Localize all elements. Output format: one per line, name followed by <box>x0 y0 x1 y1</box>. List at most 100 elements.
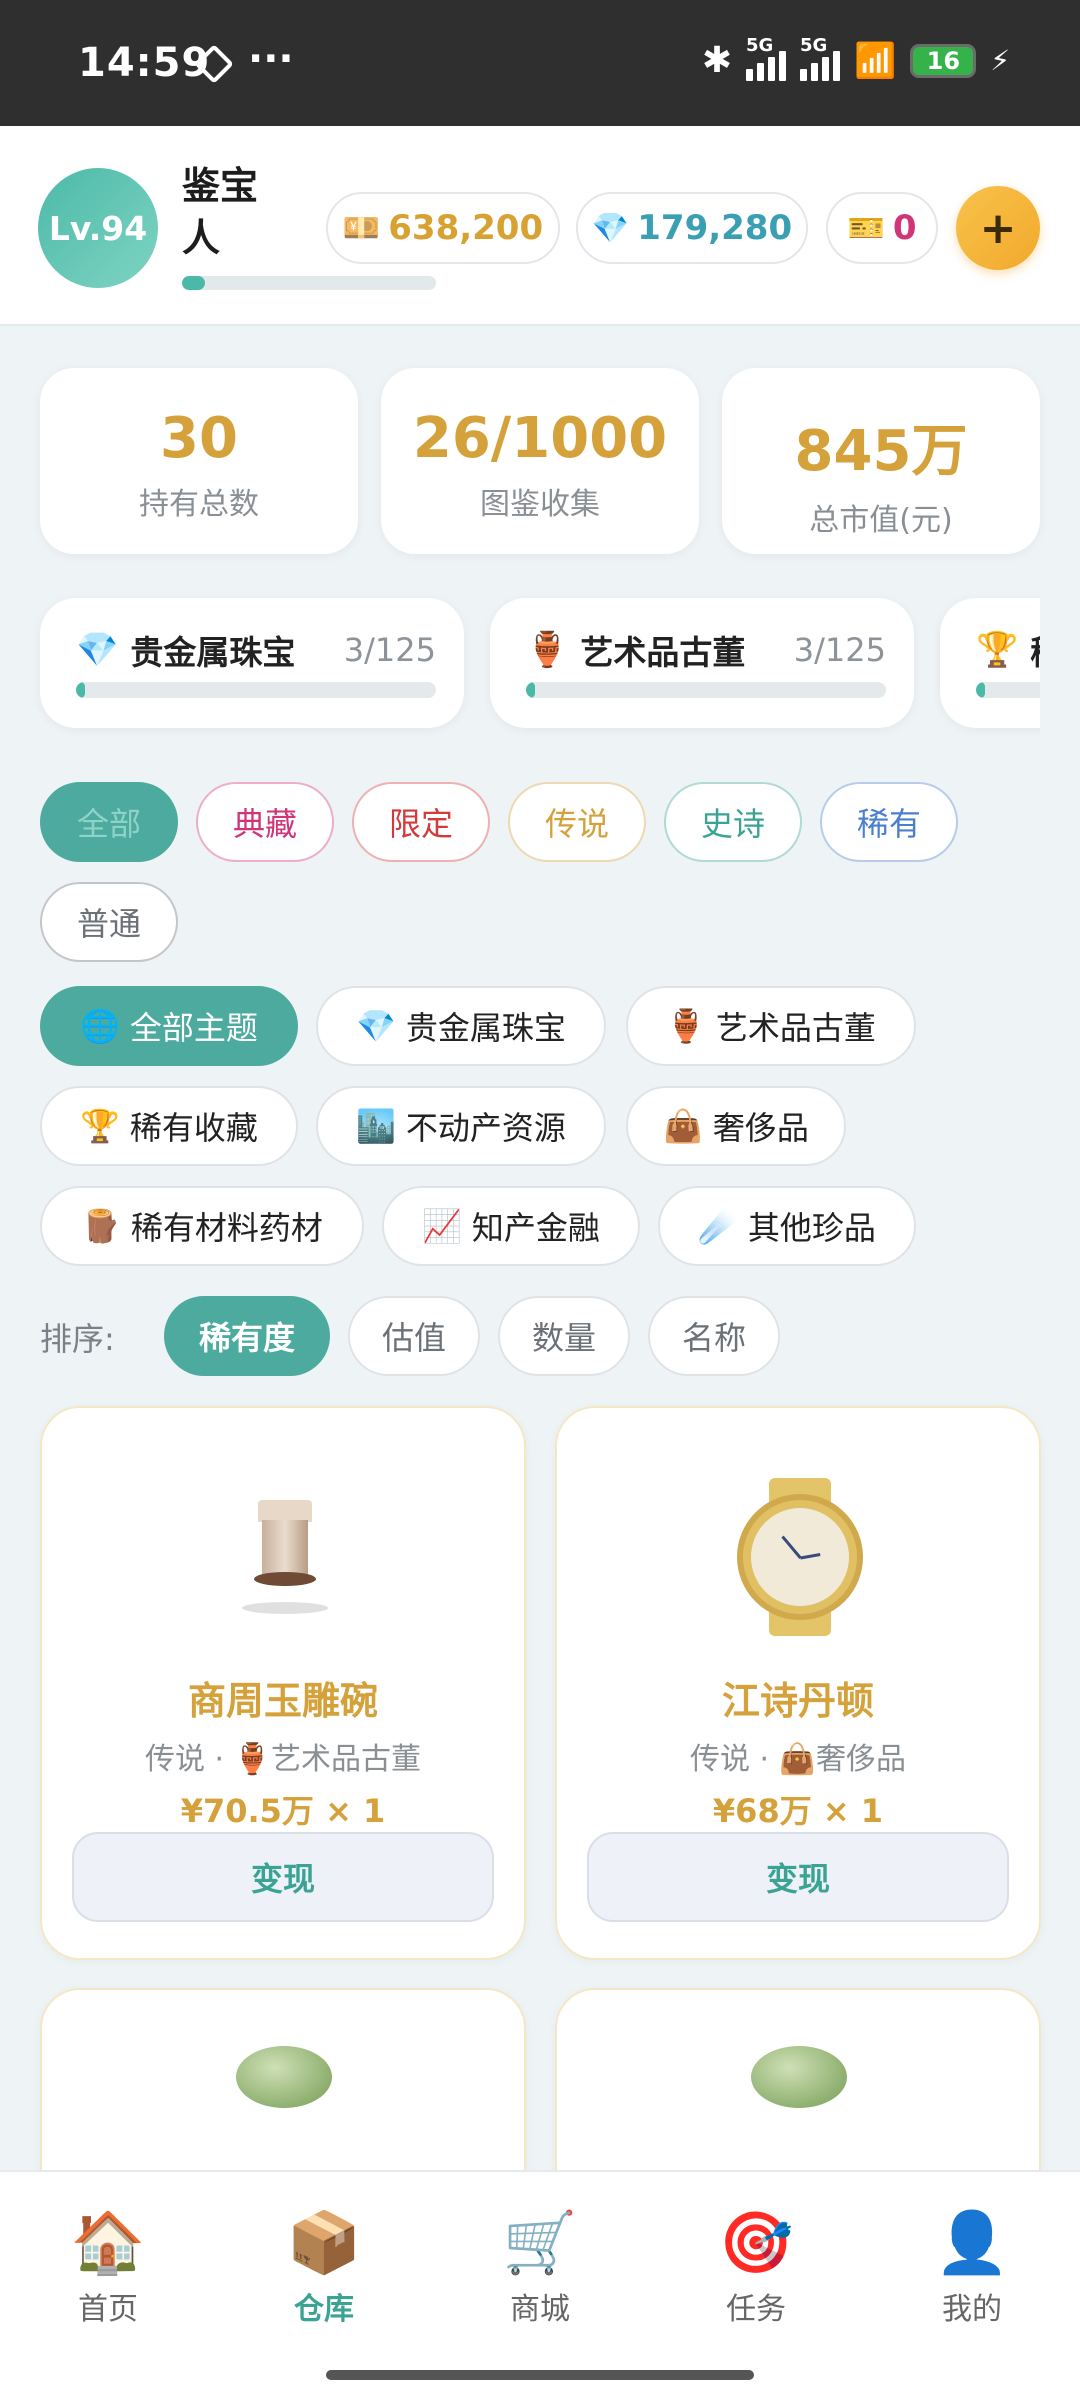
rarity-filter-rare[interactable]: 稀有 <box>820 782 958 862</box>
ticket-currency[interactable]: 🎫 0 <box>826 192 938 264</box>
item-rarity: 传说 <box>690 1742 751 1777</box>
nav-home[interactable]: 🏠 首页 <box>38 2208 178 2328</box>
chip-label: 贵金属珠宝 <box>405 1009 566 1047</box>
stat-card-collection: 26/1000 图鉴收集 <box>381 368 699 554</box>
theme-filter-real-estate[interactable]: 🏙️ 不动产资源 <box>316 1086 606 1166</box>
handbag-icon: 👜 <box>778 1742 816 1777</box>
item-card[interactable]: 商周玉雕碗 传说 · 🏺艺术品古董 ¥70.5万 × 1 变现 <box>40 1406 526 1960</box>
theme-progress-bar <box>76 682 436 698</box>
sort-by-quantity[interactable]: 数量 <box>498 1296 630 1376</box>
item-name: 商周玉雕碗 <box>187 1679 378 1723</box>
vase-icon: 🏺 <box>666 1007 706 1045</box>
rarity-filter-legendary[interactable]: 传说 <box>508 782 646 862</box>
nav-shop[interactable]: 🛒 商城 <box>470 2208 610 2328</box>
rarity-filter-treasure[interactable]: 典藏 <box>196 782 334 862</box>
gem-amount: 179,280 <box>637 208 793 248</box>
theme-filter-all[interactable]: 🌐 全部主题 <box>40 986 298 1066</box>
chip-label: 稀有收藏 <box>129 1109 258 1147</box>
theme-count: 3/125 <box>343 631 436 669</box>
theme-card-collectibles[interactable]: 🏆 稀 <box>940 598 1040 728</box>
gem-icon: 💎 <box>356 1007 396 1045</box>
item-name: 江诗丹顿 <box>721 1679 874 1723</box>
ticket-amount: 0 <box>892 208 917 248</box>
nav-label: 首页 <box>78 2292 138 2327</box>
package-icon: 📦 <box>286 2208 362 2278</box>
chart-up-icon: 📈 <box>422 1207 462 1245</box>
handbag-icon: 👜 <box>663 1107 703 1145</box>
stat-label: 总市值(元) <box>809 503 953 538</box>
gold-currency[interactable]: 💴 638,200 <box>326 192 560 264</box>
add-currency-button[interactable]: + <box>956 186 1040 270</box>
trophy-icon: 🏆 <box>80 1107 120 1145</box>
chip-label: 全部主题 <box>129 1009 258 1047</box>
item-rarity: 传说 <box>145 1742 206 1777</box>
cash-out-button[interactable]: 变现 <box>587 1832 1009 1922</box>
cash-out-button[interactable]: 变现 <box>72 1832 494 1922</box>
chip-label: 不动产资源 <box>405 1109 566 1147</box>
sort-by-rarity[interactable]: 稀有度 <box>164 1296 330 1376</box>
gem-currency[interactable]: 💎 179,280 <box>576 192 808 264</box>
banknote-icon: 💴 <box>342 210 381 246</box>
wood-log-icon: 🪵 <box>81 1207 121 1245</box>
home-indicator[interactable] <box>326 2370 754 2380</box>
level-badge[interactable]: Lv.94 <box>38 168 158 288</box>
theme-name: 稀 <box>1030 626 1040 674</box>
xp-progress-bar <box>182 276 436 290</box>
nav-label: 商城 <box>510 2292 570 2327</box>
chip-label: 其他珍品 <box>747 1209 876 1247</box>
theme-count: 3/125 <box>793 631 886 669</box>
status-time: 14:59 <box>78 40 211 86</box>
chip-label: 奢侈品 <box>712 1109 809 1147</box>
stat-label: 图鉴收集 <box>480 487 600 522</box>
theme-name: 贵金属珠宝 <box>130 633 296 672</box>
theme-name: 艺术品古董 <box>580 633 746 672</box>
stat-value: 26/1000 <box>412 406 668 471</box>
bottom-nav: 🏠 首页 📦 仓库 🛒 商城 🎯 任务 👤 我的 <box>0 2170 1080 2400</box>
more-notifications-icon: ··· <box>248 36 294 82</box>
comet-icon: ☄️ <box>698 1207 738 1245</box>
item-meta: 传说 · 👜奢侈品 <box>690 1742 906 1777</box>
sort-by-value[interactable]: 估值 <box>348 1296 480 1376</box>
ticket-icon: 🎫 <box>847 210 885 246</box>
target-icon: 🎯 <box>718 2208 794 2278</box>
sort-by-name[interactable]: 名称 <box>648 1296 780 1376</box>
bluetooth-icon: ✱ <box>701 40 732 81</box>
theme-filter-other[interactable]: ☄️ 其他珍品 <box>658 1186 916 1266</box>
nav-label: 任务 <box>726 2292 786 2327</box>
theme-filter-ip-finance[interactable]: 📈 知产金融 <box>382 1186 640 1266</box>
nav-profile[interactable]: 👤 我的 <box>902 2208 1042 2328</box>
rarity-filter-common[interactable]: 普通 <box>40 882 178 962</box>
item-card[interactable]: 江诗丹顿 传说 · 👜奢侈品 ¥68万 × 1 变现 <box>555 1406 1041 1960</box>
status-bar: 14:59 ··· ✱ 5G 5G 📶 16 ⚡ <box>0 0 1080 126</box>
theme-filter-luxury[interactable]: 👜 奢侈品 <box>626 1086 846 1166</box>
jade-stone-icon <box>236 2046 332 2108</box>
theme-progress-scroller[interactable]: 💎 贵金属珠宝 3/125 🏺 艺术品古董 3/125 🏆 稀 <box>0 590 1040 740</box>
home-icon: 🏠 <box>70 2208 146 2278</box>
nav-tasks[interactable]: 🎯 任务 <box>686 2208 826 2328</box>
username: 鉴宝人 <box>182 164 259 260</box>
nav-warehouse[interactable]: 📦 仓库 <box>254 2208 394 2328</box>
item-category: 艺术品古董 <box>270 1742 421 1777</box>
rarity-filter-all[interactable]: 全部 <box>40 782 178 862</box>
theme-filter-materials[interactable]: 🪵 稀有材料药材 <box>40 1186 364 1266</box>
item-price: ¥70.5万 × 1 <box>180 1792 386 1830</box>
theme-card-jewelry[interactable]: 💎 贵金属珠宝 3/125 <box>40 598 464 728</box>
signal-icon-2: 5G <box>799 35 840 81</box>
item-meta: 传说 · 🏺艺术品古董 <box>145 1742 421 1777</box>
chip-label: 稀有材料药材 <box>130 1209 323 1247</box>
item-price: ¥68万 × 1 <box>712 1792 884 1830</box>
jade-stone-icon <box>751 2046 847 2108</box>
profile-header: Lv.94 鉴宝人 💴 638,200 💎 179,280 🎫 0 + <box>0 126 1080 326</box>
rarity-filter-epic[interactable]: 史诗 <box>664 782 802 862</box>
theme-filter-antiques[interactable]: 🏺 艺术品古董 <box>626 986 916 1066</box>
theme-progress-bar <box>976 682 1040 698</box>
stat-card-market-value: 845万 总市值(元) <box>722 368 1040 554</box>
item-category: 奢侈品 <box>815 1742 906 1777</box>
theme-filter-jewelry[interactable]: 💎 贵金属珠宝 <box>316 986 606 1066</box>
charging-icon: ⚡ <box>990 44 1010 77</box>
theme-progress-bar <box>526 682 886 698</box>
vase-icon: 🏺 <box>526 630 569 670</box>
theme-filter-collectibles[interactable]: 🏆 稀有收藏 <box>40 1086 298 1166</box>
theme-card-antiques[interactable]: 🏺 艺术品古董 3/125 <box>490 598 914 728</box>
rarity-filter-limited[interactable]: 限定 <box>352 782 490 862</box>
